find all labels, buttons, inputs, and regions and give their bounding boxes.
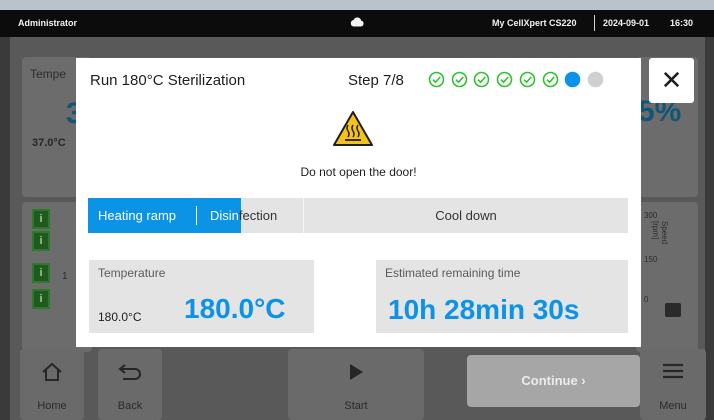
temperature-setpoint: 180.0°C [98,310,142,324]
back-label: Back [117,400,143,412]
axis-title: Speed [rpm] [651,221,669,245]
close-button[interactable]: ✕ [649,58,694,103]
step-done-icon [428,71,445,88]
cloud-icon [350,17,364,27]
status-divider [594,15,595,31]
info-icon: i [32,209,50,229]
start-label: Start [344,400,368,412]
info-icon: i [32,289,50,309]
sterilization-dialog: Run 180°C Sterilization Step 7/8 Do not … [76,58,641,347]
step-label: Step 7/8 [348,72,404,89]
step-done-icon [451,71,467,88]
step-done-icon [519,71,536,88]
menu-button[interactable]: Menu [640,349,706,420]
status-time: 16:30 [670,18,694,28]
top-strip [0,0,714,10]
play-icon [350,364,363,380]
step-done-icon [542,71,558,88]
warning-message: Do not open the door! [300,165,417,179]
remaining-time-label: Estimated remaining time [385,266,521,280]
home-icon [42,362,62,381]
info-icon: i [32,263,50,283]
hot-surface-warning-icon [333,111,373,146]
phase-progress-bar: Heating ramp Disinfection Cool down [88,198,628,233]
phase-heating-ramp: Heating ramp [98,208,177,223]
dialog-title: Run 180°C Sterilization [90,72,246,89]
step-pending-icon [587,71,604,88]
start-button[interactable]: Start [288,349,424,420]
phase-disinfection-done: Disin [210,208,239,223]
step-done-icon [474,71,490,88]
user-name[interactable]: Administrator [18,18,77,28]
home-label: Home [37,400,67,412]
step-done-icon [496,71,513,88]
info-icon: i [32,231,50,251]
back-arrow-icon [118,364,141,380]
device-name: My CellXpert CS220 [492,18,577,28]
hamburger-icon [663,363,683,379]
graph-icon [665,303,681,317]
axis-tick-300: 300 [644,211,658,220]
remaining-time-value: 10h 28min 30s [388,294,580,325]
status-bar: Administrator My CellXpert CS220 2024-09… [0,10,714,37]
status-date: 2024-09-01 [603,18,650,28]
temperature-label: Temperature [98,266,166,280]
bg-temperature-label: Tempe [30,67,67,81]
back-button[interactable]: Back [98,349,162,420]
temperature-readout: Temperature 180.0°C 180.0°C [89,260,314,333]
phase-cool-down: Cool down [435,208,497,223]
axis-tick-0: 0 [644,295,649,304]
remaining-time-readout: Estimated remaining time 10h 28min 30s [376,260,628,333]
phase-divider [196,206,197,225]
bg-temperature-setpoint: 37.0°C [32,137,66,149]
phase-disinfection-rest: fection [238,208,278,223]
bg-info-text: 1 [62,271,68,282]
temperature-value: 180.0°C [184,293,286,324]
phase-disinfection: Disinfection [210,198,277,233]
continue-button[interactable]: Continue › [467,355,640,407]
menu-label: Menu [659,400,687,412]
step-current-icon [564,71,581,88]
home-button[interactable]: Home [20,349,84,420]
